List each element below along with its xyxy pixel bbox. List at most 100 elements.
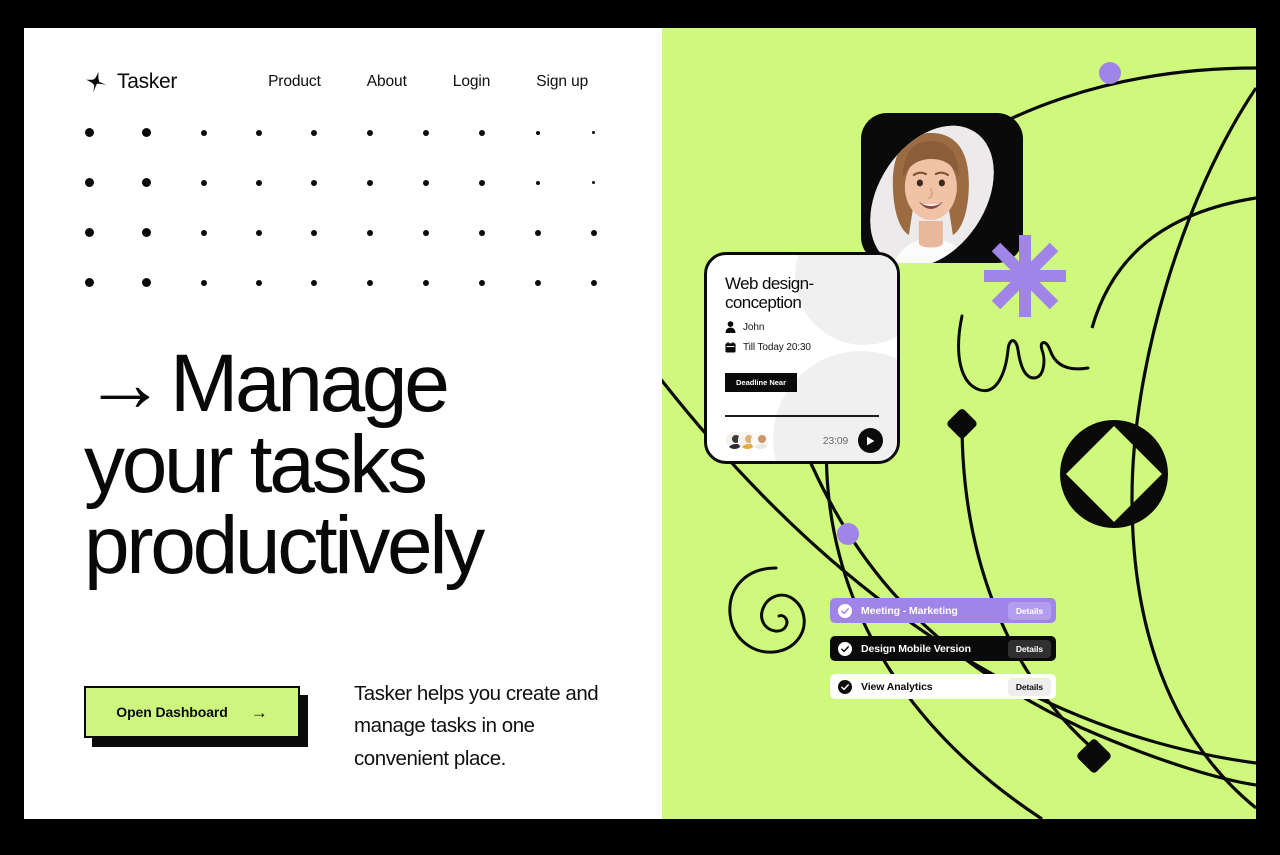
cta-label: Open Dashboard: [116, 704, 228, 720]
sparkle-icon: [84, 70, 108, 94]
grid-dot: [142, 228, 151, 237]
grid-dot: [366, 229, 373, 236]
grid-dot: [85, 278, 94, 287]
grid-dot: [200, 179, 207, 186]
task-assignee: John: [743, 321, 765, 333]
grid-dot: [478, 179, 485, 186]
grid-dot: [200, 229, 207, 236]
task-pill-list: Meeting - Marketing Details Design Mobil…: [830, 598, 1056, 712]
grid-dot: [142, 178, 151, 187]
task-pill-meeting-marketing[interactable]: Meeting - Marketing Details: [830, 598, 1056, 623]
details-button[interactable]: Details: [1007, 677, 1051, 696]
grid-dot: [310, 129, 317, 136]
grid-dot: [590, 279, 597, 286]
grid-dot: [478, 279, 485, 286]
purple-dot-node-icon: [837, 523, 859, 545]
landing-frame: Tasker Product About Login Sign up →Mana…: [24, 28, 1256, 819]
right-panel: Web design-conception John Till Today 20…: [662, 28, 1256, 819]
task-assignee-row: John: [725, 321, 879, 334]
task-pill-label: View Analytics: [861, 680, 933, 693]
grid-dot: [255, 129, 262, 136]
asterisk-star-icon: [984, 235, 1066, 317]
grid-dot: [592, 131, 595, 134]
play-button[interactable]: [858, 428, 883, 453]
task-pill-design-mobile-version[interactable]: Design Mobile Version Details: [830, 636, 1056, 661]
black-diamond-node-icon: [947, 409, 977, 439]
play-icon: [867, 436, 875, 445]
grid-dot: [590, 229, 597, 236]
arrow-right-icon: →: [250, 702, 268, 722]
grid-dot: [478, 129, 485, 136]
left-panel: Tasker Product About Login Sign up →Mana…: [24, 28, 662, 819]
grid-dot: [422, 129, 429, 136]
task-pill-view-analytics[interactable]: View Analytics Details: [830, 674, 1056, 699]
check-circle-icon: [838, 679, 852, 694]
cta-wrapper: Open Dashboard →: [84, 686, 308, 747]
brand-name: Tasker: [117, 70, 178, 93]
grid-dot: [592, 181, 595, 184]
hero-line-1: Manage: [170, 338, 450, 429]
page-title: →Manage your tasks productively: [84, 343, 644, 587]
hero-line-2: your tasks: [84, 419, 428, 511]
grid-dot: [310, 179, 317, 186]
nav-link-signup[interactable]: Sign up: [536, 73, 588, 91]
avatar-stack: [725, 431, 770, 450]
grid-dot: [366, 129, 373, 136]
grid-dot: [142, 278, 151, 287]
spiral-icon: [728, 566, 806, 654]
task-pill-label: Design Mobile Version: [861, 642, 971, 655]
nav-link-product[interactable]: Product: [268, 73, 321, 91]
page-root: Tasker Product About Login Sign up →Mana…: [0, 0, 1280, 855]
black-diamond-node-icon: [1077, 739, 1111, 773]
check-circle-icon: [838, 603, 852, 618]
calendar-icon: [725, 342, 736, 353]
hero-subtext: Tasker helps you create and manage tasks…: [354, 682, 599, 770]
task-due: Till Today 20:30: [743, 342, 811, 354]
grid-dot: [85, 228, 94, 237]
grid-dot: [366, 179, 373, 186]
avatar: [751, 431, 770, 450]
top-navigation: Tasker Product About Login Sign up: [84, 58, 644, 106]
task-card-title: Web design-conception: [725, 274, 814, 313]
check-circle-icon: [838, 641, 852, 656]
nav-links: Product About Login Sign up: [268, 73, 588, 91]
card-divider: [725, 415, 879, 417]
circle-diamond-icon: [1060, 420, 1168, 528]
open-dashboard-button[interactable]: Open Dashboard →: [84, 686, 300, 738]
grid-dot: [85, 128, 94, 137]
details-button[interactable]: Details: [1007, 639, 1051, 658]
task-card[interactable]: Web design-conception John Till Today 20…: [704, 252, 900, 464]
grid-dot: [255, 229, 262, 236]
nav-link-login[interactable]: Login: [453, 73, 491, 91]
nav-link-about[interactable]: About: [367, 73, 407, 91]
grid-dot: [535, 130, 540, 135]
hero-line-3: productively: [84, 500, 485, 592]
grid-dot: [310, 279, 317, 286]
task-card-footer: 23:09: [725, 428, 883, 453]
grid-dot: [200, 129, 207, 136]
details-button[interactable]: Details: [1007, 601, 1051, 620]
person-icon: [725, 321, 736, 334]
purple-dot-node-icon: [1099, 62, 1121, 84]
hero-arrow-icon: →: [84, 338, 166, 429]
grid-dot: [255, 179, 262, 186]
loop-squiggle-icon: [957, 314, 1090, 393]
status-badge: Deadline Near: [725, 373, 798, 393]
task-timer: 23:09: [822, 434, 848, 447]
grid-dot: [366, 279, 373, 286]
grid-dot: [422, 229, 429, 236]
grid-dot: [85, 178, 94, 187]
brand-logo[interactable]: Tasker: [84, 70, 177, 94]
grid-dot: [200, 279, 207, 286]
dot-grid-icon: [85, 128, 633, 298]
grid-dot: [142, 128, 151, 137]
grid-dot: [478, 229, 485, 236]
hero-cta-row: Open Dashboard → Tasker helps you create…: [84, 664, 634, 784]
task-due-row: Till Today 20:30: [725, 342, 879, 353]
grid-dot: [535, 180, 540, 185]
grid-dot: [534, 279, 541, 286]
grid-dot: [422, 179, 429, 186]
grid-dot: [310, 229, 317, 236]
grid-dot: [534, 229, 541, 236]
task-pill-label: Meeting - Marketing: [861, 604, 958, 617]
